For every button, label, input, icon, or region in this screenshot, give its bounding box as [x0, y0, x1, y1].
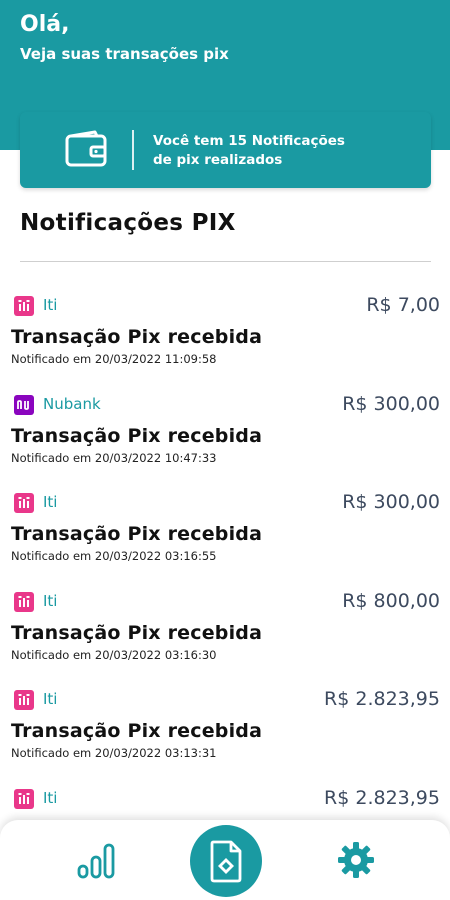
amount: R$ 300,00: [342, 392, 440, 415]
subtitle: Veja suas transações pix: [20, 45, 229, 63]
settings-nav-button[interactable]: [336, 840, 376, 884]
iti-logo-icon: [14, 690, 34, 710]
bank-name: Nubank: [43, 394, 101, 413]
transaction-title: Transação Pix recebida: [11, 424, 263, 447]
section-title: Notificações PIX: [20, 210, 236, 236]
transaction-date: Notificado em 20/03/2022 03:16:30: [11, 647, 217, 662]
transaction-date: Notificado em 20/03/2022 11:09:58: [11, 352, 217, 366]
section-divider: [20, 261, 431, 262]
summary-line-2: de pix realizados: [153, 152, 283, 168]
transaction-item[interactable]: Iti R$ 300,00 Transação Pix recebida Not…: [0, 489, 450, 588]
summary-text: Você tem 15 Notificações de pix realizad…: [153, 132, 393, 170]
bar-chart-icon: [77, 843, 115, 879]
iti-logo-icon: [14, 591, 34, 612]
transaction-title: Transação Pix recebida: [11, 621, 263, 644]
bank-name: Iti: [43, 788, 58, 807]
summary-line-1: Você tem 15 Notificações: [153, 133, 345, 149]
iti-logo-icon: [14, 788, 34, 809]
gear-icon: [338, 842, 374, 878]
bottom-nav: [0, 820, 450, 900]
card-divider: [132, 130, 134, 170]
pix-document-icon: [210, 840, 242, 883]
amount: R$ 800,00: [342, 589, 440, 612]
amount: R$ 2.823,95: [324, 688, 440, 710]
transaction-item[interactable]: Iti R$ 800,00 Transação Pix recebida Not…: [0, 588, 450, 687]
transaction-date: Notificado em 20/03/2022 03:13:31: [11, 746, 217, 760]
wallet-icon: [65, 130, 107, 167]
transaction-item[interactable]: Iti R$ 7,00 Transação Pix recebida Notif…: [0, 292, 450, 391]
iti-logo-icon: [14, 493, 34, 513]
transaction-list: Iti R$ 7,00 Transação Pix recebida Notif…: [0, 292, 450, 883]
transaction-title: Transação Pix recebida: [11, 326, 263, 348]
transaction-date: Notificado em 20/03/2022 03:16:55: [11, 549, 217, 563]
transaction-item[interactable]: Nubank R$ 300,00 Transação Pix recebida …: [0, 391, 450, 490]
bank-name: Iti: [43, 591, 58, 610]
amount: R$ 2.823,95: [324, 786, 440, 809]
bank-name: Iti: [43, 493, 58, 511]
transaction-title: Transação Pix recebida: [11, 720, 263, 742]
transaction-title: Transação Pix recebida: [11, 523, 263, 545]
transaction-item[interactable]: Iti R$ 2.823,95 Transação Pix recebida N…: [0, 686, 450, 785]
bank-name: Iti: [43, 690, 58, 708]
nubank-logo-icon: [14, 394, 34, 415]
transaction-date: Notificado em 20/03/2022 10:47:33: [11, 450, 217, 465]
amount: R$ 7,00: [366, 294, 440, 316]
greeting: Olá,: [20, 12, 70, 37]
amount: R$ 300,00: [342, 491, 440, 513]
pix-nav-button[interactable]: [190, 825, 262, 897]
summary-card[interactable]: Você tem 15 Notificações de pix realizad…: [20, 112, 431, 188]
iti-logo-icon: [14, 296, 34, 316]
bank-name: Iti: [43, 296, 58, 314]
stats-nav-button[interactable]: [76, 840, 116, 884]
